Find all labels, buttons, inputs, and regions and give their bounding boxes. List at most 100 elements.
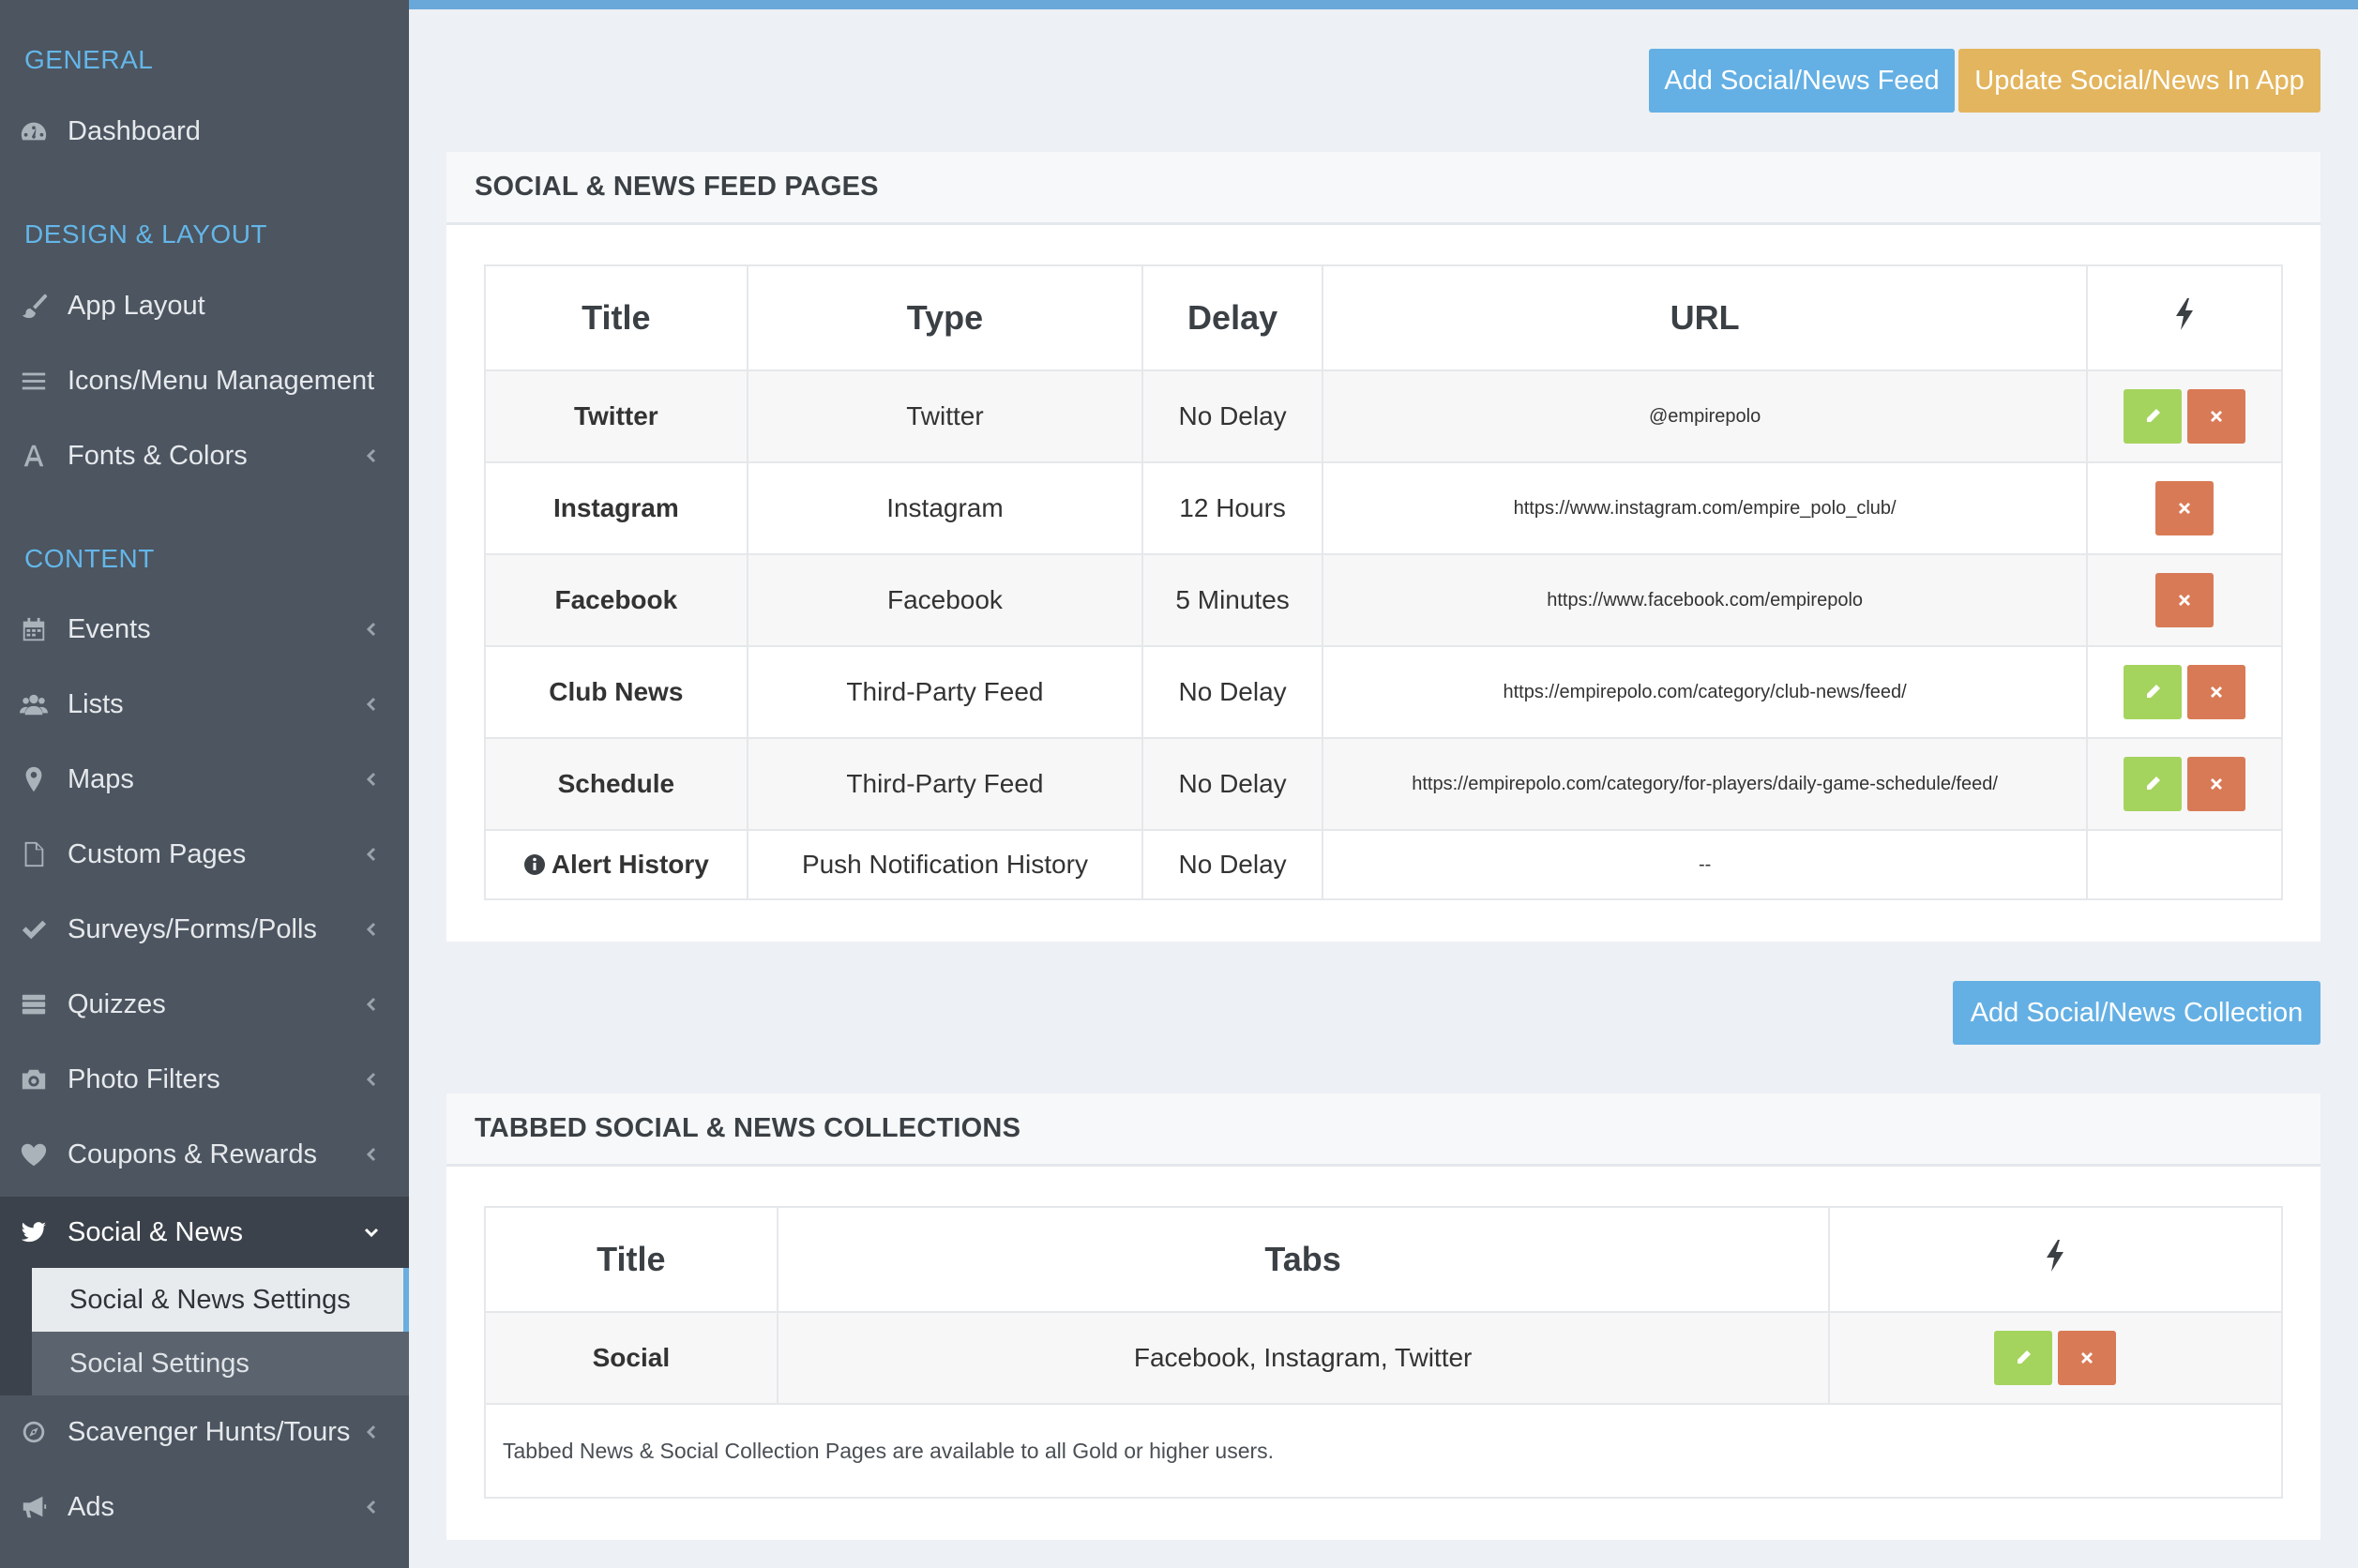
collections-panel: TABBED SOCIAL & NEWS COLLECTIONS Title T… [446,1093,2320,1540]
row-type: Push Notification History [746,829,1144,900]
row-url: -- [1321,829,2089,900]
sidebar-item-ads[interactable]: Ads [0,1474,409,1540]
row-type: Third-Party Feed [746,737,1144,831]
sidebar-item-label: Dashboard [68,115,201,146]
row-type: Facebook [746,553,1144,647]
edit-button[interactable] [2124,757,2183,811]
row-title-cell: Alert History [484,829,748,900]
chevron-down-icon [362,1223,381,1242]
paintbrush-icon [17,289,51,323]
feeds-panel: SOCIAL & NEWS FEED PAGES Title Type Dela… [446,152,2320,942]
delete-button[interactable] [2155,573,2214,627]
edit-button[interactable] [2124,389,2183,444]
row-actions [2086,645,2283,739]
sidebar-item-label: Maps [68,763,134,794]
sidebar-item-social-news[interactable]: Social & News [0,1197,409,1268]
submenu-item-social-news-settings[interactable]: Social & News Settings [32,1268,409,1332]
pencil-icon [2018,1350,2032,1364]
collections-table: Title Tabs Social Facebook, Instagram, T… [484,1206,2283,1499]
row-delay: No Delay [1141,645,1323,739]
table-row: Instagram Instagram 12 Hours https://www… [484,461,2283,555]
row-delay: No Delay [1141,829,1323,900]
edit-button[interactable] [1994,1331,2053,1385]
sidebar-item-label: Lists [68,688,124,719]
row-title: Instagram [484,461,748,555]
col-title: Title [484,264,748,371]
section-general: GENERAL [24,45,154,74]
submenu-item-social-settings[interactable]: Social Settings [32,1332,409,1395]
delete-button[interactable] [2187,389,2246,444]
chevron-left-icon [362,620,381,639]
sidebar-item-surveys[interactable]: Surveys/Forms/Polls [0,897,409,962]
row-actions [1827,1311,2283,1405]
update-app-button[interactable]: Update Social/News In App [1958,49,2320,113]
row-title: Twitter [484,369,748,463]
sidebar-item-label: Scavenger Hunts/Tours [68,1416,351,1447]
delete-button[interactable] [2155,481,2214,535]
table-row: Social Facebook, Instagram, Twitter [484,1311,2283,1405]
sidebar-item-coupons[interactable]: Coupons & Rewards [0,1122,409,1187]
add-collection-button[interactable]: Add Social/News Collection [1953,981,2320,1045]
row-actions [2086,461,2283,555]
chevron-left-icon [362,446,381,465]
sidebar-item-label: Icons/Menu Management [68,365,375,396]
pencil-icon [2147,776,2161,790]
chevron-left-icon [362,1070,381,1089]
row-title: Club News [484,645,748,739]
sidebar-item-label: Events [68,613,151,644]
table-row: Alert History Push Notification History … [484,829,2283,900]
delete-button[interactable] [2058,1331,2117,1385]
edit-button[interactable] [2124,665,2183,719]
chevron-left-icon [362,1423,381,1441]
row-delay: No Delay [1141,369,1323,463]
row-actions [2086,553,2283,647]
sidebar-item-fonts-colors[interactable]: Fonts & Colors [0,423,409,489]
sidebar-item-maps[interactable]: Maps [0,746,409,812]
collections-table-header: Title Tabs [484,1206,2283,1313]
sidebar-item-custom-pages[interactable]: Custom Pages [0,822,409,887]
row-delay: 5 Minutes [1141,553,1323,647]
row-url: https://empirepolo.com/category/for-play… [1321,737,2089,831]
row-url: https://www.facebook.com/empirepolo [1321,553,2089,647]
close-icon [2211,411,2223,422]
sidebar: GENERAL Dashboard DESIGN & LAYOUT App La… [0,0,409,1568]
sidebar-item-dashboard[interactable]: Dashboard [0,98,409,164]
row-url: https://www.instagram.com/empire_polo_cl… [1321,461,2089,555]
sidebar-item-scavenger[interactable]: Scavenger Hunts/Tours [0,1399,409,1465]
col-url: URL [1321,264,2089,371]
row-type: Twitter [746,369,1144,463]
row-url: @empirepolo [1321,369,2089,463]
row-title: Facebook [484,553,748,647]
top-accent-bar [409,0,2358,9]
sidebar-item-quizzes[interactable]: Quizzes [0,972,409,1037]
note-row: Tabbed News & Social Collection Pages ar… [484,1403,2283,1499]
chevron-left-icon [362,695,381,714]
sidebar-item-lists[interactable]: Lists [0,671,409,737]
section-content: CONTENT [24,544,155,573]
row-actions [2086,369,2283,463]
sidebar-item-label: Photo Filters [68,1063,220,1094]
table-row: Schedule Third-Party Feed No Delay https… [484,737,2283,831]
sidebar-item-events[interactable]: Events [0,596,409,662]
sidebar-item-photo-filters[interactable]: Photo Filters [0,1047,409,1112]
twitter-icon [17,1215,51,1249]
tasks-icon [17,988,51,1021]
add-feed-button[interactable]: Add Social/News Feed [1649,49,1955,113]
sidebar-item-app-layout[interactable]: App Layout [0,273,409,339]
col-delay: Delay [1141,264,1323,371]
chevron-left-icon [362,845,381,864]
delete-button[interactable] [2187,757,2246,811]
users-icon [17,687,51,721]
table-row: Club News Third-Party Feed No Delay http… [484,645,2283,739]
collections-panel-heading: TABBED SOCIAL & NEWS COLLECTIONS [446,1093,2320,1167]
calendar-icon [17,612,51,646]
delete-button[interactable] [2187,665,2246,719]
info-circle-icon [523,852,546,875]
close-icon [2081,1352,2093,1364]
feeds-panel-heading: SOCIAL & NEWS FEED PAGES [446,152,2320,225]
col-type: Type [746,264,1144,371]
chevron-left-icon [362,995,381,1014]
dashboard-icon [17,114,51,148]
chevron-left-icon [362,770,381,789]
sidebar-item-icons-menu[interactable]: Icons/Menu Management [0,348,409,414]
